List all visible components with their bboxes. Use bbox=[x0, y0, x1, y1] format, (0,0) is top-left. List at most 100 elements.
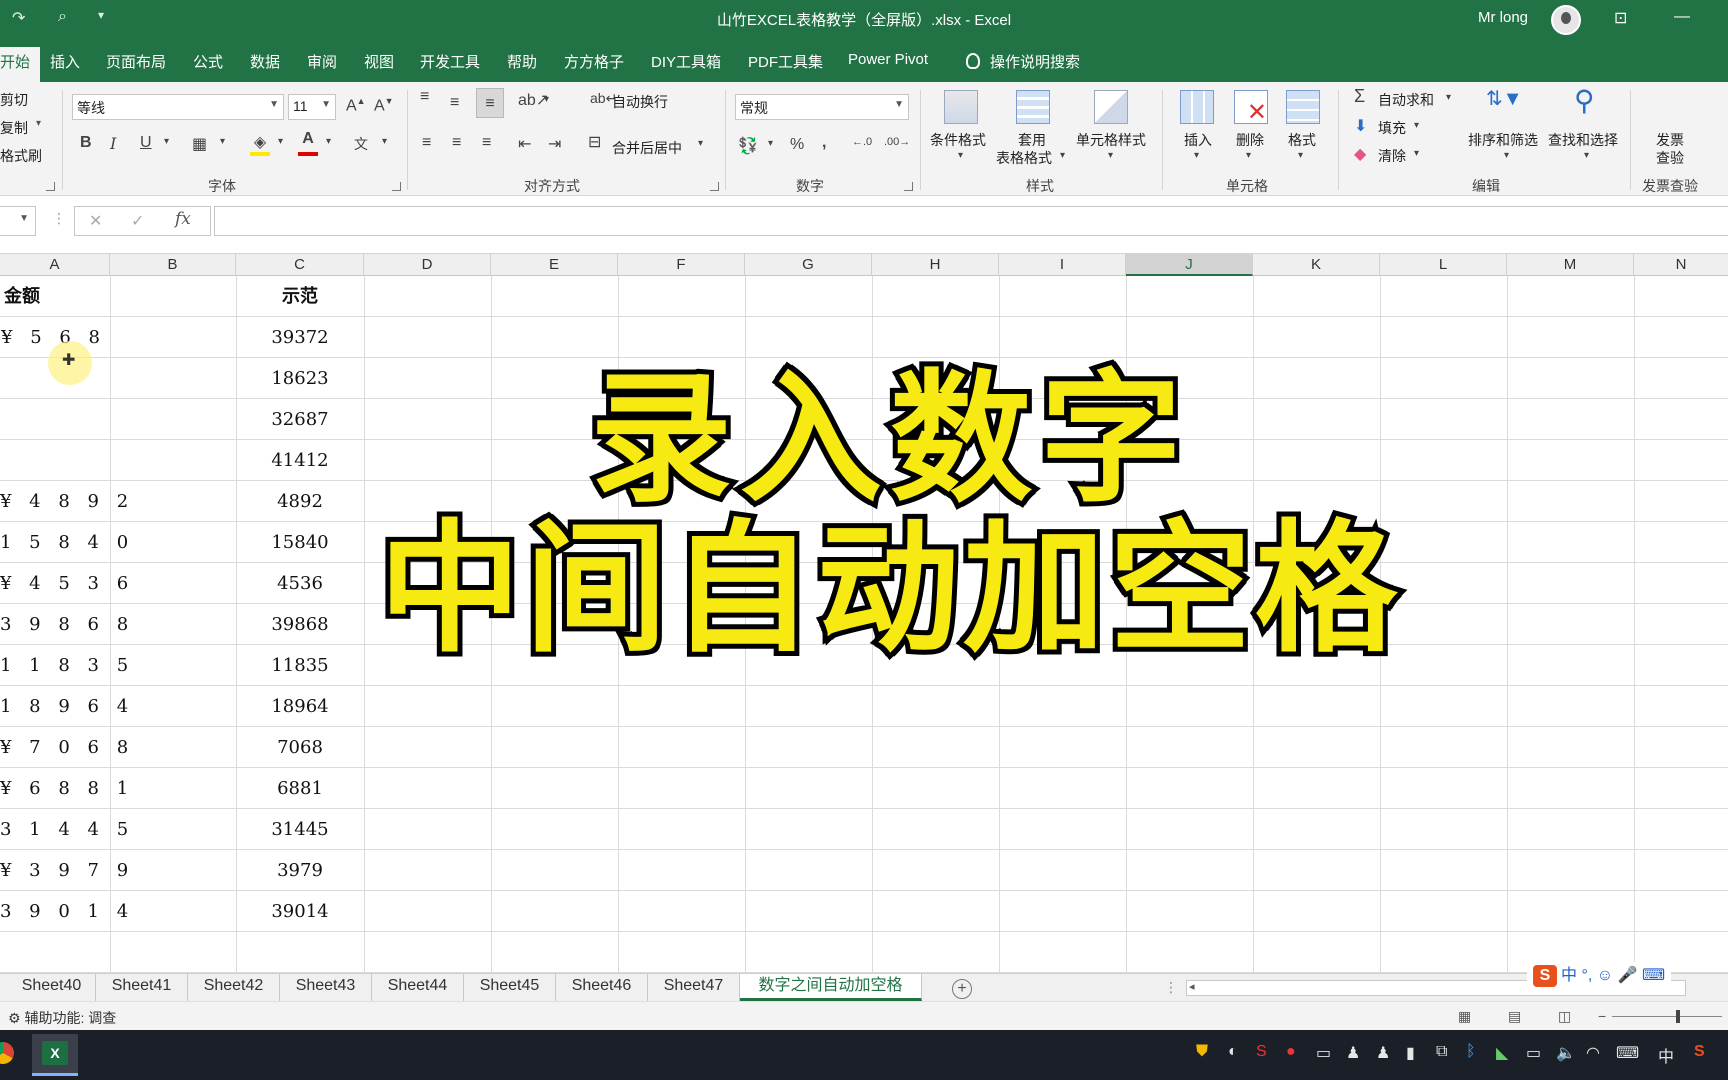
accounting-dropdown-icon[interactable]: ▾ bbox=[768, 138, 773, 149]
cell-a5[interactable] bbox=[0, 440, 110, 481]
column-header-k[interactable]: K bbox=[1253, 254, 1380, 276]
font-color-dropdown-icon[interactable]: ▾ bbox=[326, 136, 331, 147]
column-header-c[interactable]: C bbox=[236, 254, 364, 276]
cell-styles-button[interactable]: 单元格样式 bbox=[1076, 130, 1146, 150]
increase-indent-icon[interactable]: ⇥ bbox=[548, 134, 561, 154]
column-header-i[interactable]: I bbox=[999, 254, 1126, 276]
nvidia-icon[interactable]: ◣ bbox=[1496, 1043, 1508, 1063]
sheet-tab-46[interactable]: Sheet46 bbox=[556, 974, 648, 1001]
header-cell-demo[interactable]: 示范 bbox=[236, 276, 364, 317]
fill-dropdown-icon[interactable]: ▾ bbox=[1414, 120, 1419, 131]
autosum-button[interactable]: 自动求和 bbox=[1378, 90, 1434, 110]
sheet-tab-44[interactable]: Sheet44 bbox=[372, 974, 464, 1001]
column-header-g[interactable]: G bbox=[745, 254, 872, 276]
insert-function-icon[interactable]: fx bbox=[175, 209, 191, 229]
font-size-select[interactable]: 11 ▼ bbox=[288, 94, 336, 120]
column-header-e[interactable]: E bbox=[491, 254, 618, 276]
underline-dropdown-icon[interactable]: ▾ bbox=[164, 136, 169, 147]
font-name-select[interactable]: 等线 ▼ bbox=[72, 94, 284, 120]
column-header-l[interactable]: L bbox=[1380, 254, 1507, 276]
sheet-tab-47[interactable]: Sheet47 bbox=[648, 974, 740, 1001]
invoice-check-line2[interactable]: 查验 bbox=[1656, 148, 1684, 168]
autosum-dropdown-icon[interactable]: ▾ bbox=[1446, 92, 1451, 103]
column-header-a[interactable]: A bbox=[0, 254, 110, 276]
conditional-dropdown-icon[interactable]: ▾ bbox=[958, 150, 963, 161]
format-painter-button[interactable]: 格式刷 bbox=[0, 146, 42, 166]
decrease-decimal-icon[interactable]: .00→ bbox=[884, 136, 910, 148]
page-break-view-icon[interactable]: ◫ bbox=[1558, 1008, 1571, 1025]
tab-fangfang[interactable]: 方方格子 bbox=[564, 51, 624, 72]
minimize-icon[interactable]: — bbox=[1674, 8, 1690, 26]
font-color-icon[interactable]: A bbox=[298, 130, 318, 156]
tab-review[interactable]: 审阅 bbox=[307, 51, 337, 72]
tab-formulas[interactable]: 公式 bbox=[193, 51, 223, 72]
table-format-dropdown-icon[interactable]: ▾ bbox=[1060, 150, 1065, 161]
insert-dropdown-icon[interactable]: ▾ bbox=[1194, 150, 1199, 161]
sheet-tab-41[interactable]: Sheet41 bbox=[96, 974, 188, 1001]
top-align-icon[interactable]: ≡ bbox=[420, 88, 429, 106]
ime-toolbar[interactable]: S中 °, ☺ 🎤 ⌨ bbox=[1527, 962, 1672, 990]
cell-c2[interactable]: 39372 bbox=[236, 317, 364, 358]
font-launcher-icon[interactable] bbox=[392, 182, 401, 191]
clear-button[interactable]: 清除 bbox=[1378, 146, 1406, 166]
keyboard-icon[interactable]: ⌨ bbox=[1616, 1043, 1639, 1063]
number-format-select[interactable]: 常规 ▼ bbox=[735, 94, 909, 120]
enter-icon[interactable]: ✓ bbox=[131, 211, 144, 231]
accessibility-status[interactable]: ⚙ 辅助功能: 调查 bbox=[8, 1008, 116, 1028]
conditional-formatting-button[interactable]: 条件格式 bbox=[930, 130, 986, 150]
add-sheet-button[interactable]: + bbox=[952, 979, 972, 999]
format-cells-button[interactable]: 格式 bbox=[1288, 130, 1316, 150]
cell-a4[interactable] bbox=[0, 399, 110, 440]
page-layout-view-icon[interactable]: ▤ bbox=[1508, 1008, 1521, 1025]
excel-taskbar-button[interactable]: X bbox=[32, 1034, 78, 1076]
phonetic-guide-icon[interactable]: 文 bbox=[354, 134, 368, 154]
clear-dropdown-icon[interactable]: ▾ bbox=[1414, 148, 1419, 159]
column-header-h[interactable]: H bbox=[872, 254, 999, 276]
tab-splitter-icon[interactable]: ⋮ bbox=[1164, 979, 1178, 996]
borders-dropdown-icon[interactable]: ▾ bbox=[220, 136, 225, 147]
format-as-table-line2[interactable]: 表格格式 bbox=[996, 148, 1052, 168]
cell-c12[interactable]: 7068 bbox=[236, 727, 364, 768]
cell-a10[interactable]: 1 1 8 3 5 bbox=[0, 645, 128, 686]
cell-c6[interactable]: 4892 bbox=[236, 481, 364, 522]
ime-mode-label[interactable]: 中 bbox=[1561, 967, 1577, 984]
invoice-check-line1[interactable]: 发票 bbox=[1656, 130, 1684, 150]
delete-dropdown-icon[interactable]: ▾ bbox=[1246, 150, 1251, 161]
tray-app-icon[interactable]: ◐ bbox=[1228, 1043, 1238, 1061]
tab-page-layout[interactable]: 页面布局 bbox=[106, 51, 166, 72]
bluetooth-icon[interactable]: ᛒ bbox=[1466, 1043, 1476, 1061]
header-cell-amount[interactable]: 金额 bbox=[4, 276, 104, 317]
cell-a15[interactable]: ¥ 3 9 7 9 bbox=[0, 850, 128, 891]
cell-c16[interactable]: 39014 bbox=[236, 891, 364, 932]
microphone-icon[interactable]: ▮ bbox=[1406, 1043, 1415, 1063]
cut-button[interactable]: 剪切 bbox=[0, 90, 28, 110]
tab-insert[interactable]: 插入 bbox=[50, 51, 80, 72]
cell-c9[interactable]: 39868 bbox=[236, 604, 364, 645]
column-header-b[interactable]: B bbox=[110, 254, 236, 276]
sheet-tab-45[interactable]: Sheet45 bbox=[464, 974, 556, 1001]
user-name[interactable]: Mr long bbox=[1478, 9, 1528, 26]
security-shield-icon[interactable]: ⛊ bbox=[1196, 1043, 1208, 1061]
cancel-icon[interactable]: ✕ bbox=[89, 211, 102, 231]
number-launcher-icon[interactable] bbox=[904, 182, 913, 191]
cell-c15[interactable]: 3979 bbox=[236, 850, 364, 891]
cell-c4[interactable]: 32687 bbox=[236, 399, 364, 440]
borders-icon[interactable]: ▦ bbox=[192, 134, 207, 154]
tab-developer[interactable]: 开发工具 bbox=[420, 51, 480, 72]
scroll-left-icon[interactable]: ◂ bbox=[1189, 980, 1195, 993]
cell-c14[interactable]: 31445 bbox=[236, 809, 364, 850]
ime-keyboard-icon[interactable]: ⌨ bbox=[1642, 967, 1665, 984]
merge-center-button[interactable]: 合并后居中 bbox=[612, 138, 682, 158]
clipboard-launcher-icon[interactable] bbox=[46, 182, 55, 191]
ime-emoji-icon[interactable]: ☺ bbox=[1597, 967, 1613, 984]
find-dropdown-icon[interactable]: ▾ bbox=[1584, 150, 1589, 161]
column-header-j[interactable]: J bbox=[1126, 254, 1253, 276]
align-center-icon[interactable]: ≡ bbox=[452, 134, 461, 152]
tab-power-pivot[interactable]: Power Pivot bbox=[848, 51, 928, 68]
cell-a13[interactable]: ¥ 6 8 8 1 bbox=[0, 768, 128, 809]
percent-style-icon[interactable]: % bbox=[790, 136, 804, 154]
zoom-slider[interactable] bbox=[1612, 1010, 1722, 1023]
sheet-tab-43[interactable]: Sheet43 bbox=[280, 974, 372, 1001]
increase-decimal-icon[interactable]: ←.0 bbox=[852, 136, 872, 148]
copy-button[interactable]: 复制 bbox=[0, 118, 28, 138]
